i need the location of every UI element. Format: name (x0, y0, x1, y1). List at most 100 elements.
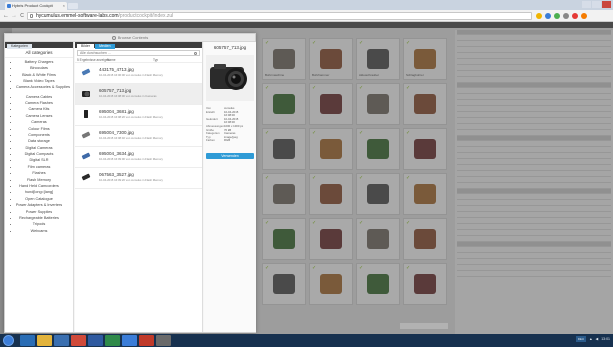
tab-bilder[interactable]: Bilder (77, 44, 94, 49)
use-button[interactable]: Verwenden (206, 152, 254, 159)
taskbar-app-icon[interactable] (122, 335, 137, 346)
product-image (414, 229, 436, 249)
search-field[interactable] (77, 50, 200, 56)
status-check-icon: ✓ (312, 220, 317, 226)
product-tile: ✓ (403, 263, 447, 305)
status-check-icon: ✓ (359, 220, 364, 226)
product-image (367, 49, 389, 69)
tab-kategorien[interactable]: Kategorien (7, 44, 32, 49)
taskbar-app-icon[interactable] (139, 335, 154, 346)
chrome-icon[interactable] (71, 335, 86, 346)
status-check-icon: ✓ (265, 40, 270, 46)
product-image (414, 94, 436, 114)
file-name: 695004_3681.jpg (99, 109, 134, 114)
category-item[interactable]: Camera Accessories & Supplies (5, 85, 73, 94)
product-image (273, 139, 295, 159)
status-check-icon: ✓ (359, 85, 364, 91)
file-thumbnail (81, 88, 91, 98)
product-tile: ✓ (262, 83, 306, 125)
status-check-icon: ✓ (359, 130, 364, 136)
extension-icon[interactable] (554, 13, 560, 19)
clock[interactable]: 13:01 (601, 337, 610, 341)
tab-medien[interactable]: Medien (95, 44, 115, 49)
forward-button[interactable]: → (11, 13, 17, 19)
status-check-icon: ✓ (406, 265, 411, 271)
product-tile: ✓ (403, 128, 447, 170)
product-image (273, 94, 295, 114)
start-button[interactable] (3, 335, 14, 346)
product-image (367, 94, 389, 114)
status-check-icon: ✓ (406, 85, 411, 91)
product-tile: ✓ Schlagbohrer (403, 38, 447, 80)
product-editor-panel (455, 30, 613, 334)
search-input[interactable] (80, 51, 190, 55)
browser-tab-title: Hybris Product Cockpit (12, 3, 53, 8)
browser-tab[interactable]: Hybris Product Cockpit × (5, 2, 67, 10)
extension-icon[interactable] (563, 13, 569, 19)
explorer-icon[interactable] (37, 335, 52, 346)
volume-icon[interactable]: ◀ (596, 337, 599, 341)
window-controls (582, 1, 611, 9)
taskbar-app-icon[interactable] (54, 335, 69, 346)
search-icon[interactable] (194, 52, 197, 55)
status-check-icon: ✓ (359, 265, 364, 271)
star-icon[interactable] (536, 13, 542, 19)
file-row[interactable]: 695004_3681.jpg 10-04-2015 16:08:20 von c… (75, 105, 202, 126)
product-image (367, 139, 389, 159)
product-tile: ✓ (356, 218, 400, 260)
product-tile: ✓ (309, 173, 353, 215)
language-indicator[interactable]: DEU (575, 336, 587, 342)
detail-metadata: Von cumulus Erstellt 10-04-2015 16:08:00 Geän… (204, 101, 256, 143)
word-icon[interactable] (88, 335, 103, 346)
window-close-button[interactable] (602, 1, 611, 8)
new-tab-button[interactable] (68, 3, 78, 9)
product-tile: ✓ (309, 128, 353, 170)
hybris-favicon-icon (7, 4, 11, 8)
extension-icon[interactable] (545, 13, 551, 19)
maximize-button[interactable] (592, 1, 601, 8)
product-tile: ✓ Bohrmaschine (262, 38, 306, 80)
network-icon[interactable]: ▲ (589, 337, 592, 341)
taskbar: DEU ▲ ◀ 13:01 (0, 334, 613, 347)
ie-icon[interactable] (20, 335, 35, 346)
excel-icon[interactable] (105, 335, 120, 346)
menu-icon[interactable] (581, 13, 587, 19)
status-check-icon: ✓ (359, 40, 364, 46)
status-check-icon: ✓ (406, 40, 411, 46)
all-categories-heading[interactable]: All categories (5, 48, 73, 58)
product-tile: ✓ (309, 83, 353, 125)
file-meta: 10-04-2015 16:06:00 von cumulus in Flash… (99, 73, 163, 77)
status-check-icon: ✓ (406, 175, 411, 181)
pagination (400, 323, 448, 329)
category-item[interactable]: Webcams (5, 228, 73, 234)
url-input[interactable]: hycumulus.emmel-software-labs.com/produc… (27, 12, 532, 20)
file-row[interactable]: 605757_713.jpg 10-04-2015 16:08:00 von cu… (75, 84, 202, 105)
product-image (367, 274, 389, 294)
file-row[interactable]: 067563_3527.jpg 10-04-2015 16:09:20 von c… (75, 168, 202, 189)
product-tile: ✓ (262, 173, 306, 215)
dialog-title: Browse Contents (117, 35, 149, 40)
taskbar-app-icon[interactable] (156, 335, 171, 346)
status-check-icon: ✓ (265, 220, 270, 226)
status-check-icon: ✓ (312, 85, 317, 91)
status-check-icon: ✓ (312, 40, 317, 46)
file-thumbnail (81, 172, 91, 182)
reload-button[interactable]: C (19, 13, 25, 19)
taskbar-apps (20, 335, 171, 346)
file-thumbnail (81, 109, 91, 119)
file-row[interactable]: 695004_7300.jpg 10-04-2015 16:08:40 von c… (75, 126, 202, 147)
product-image (273, 184, 295, 204)
details-panel: 605757_713.jpg Von cumulus Erstellt 10-04-2… (204, 42, 256, 332)
minimize-button[interactable] (582, 1, 591, 8)
app-header (0, 22, 613, 28)
file-row[interactable]: 695004_3634.jpg 10-04-2015 16:09:00 von c… (75, 147, 202, 168)
product-image (367, 184, 389, 204)
file-row[interactable]: 443175_4713.jpg 10-04-2015 16:06:00 von c… (75, 63, 202, 84)
extension-icon[interactable] (572, 13, 578, 19)
tab-close-icon[interactable]: × (63, 2, 65, 10)
page-icon (30, 14, 33, 18)
back-button[interactable]: ← (3, 13, 9, 19)
product-tile: ✓ (309, 263, 353, 305)
file-thumbnail (81, 67, 91, 77)
editor-row (457, 271, 611, 277)
